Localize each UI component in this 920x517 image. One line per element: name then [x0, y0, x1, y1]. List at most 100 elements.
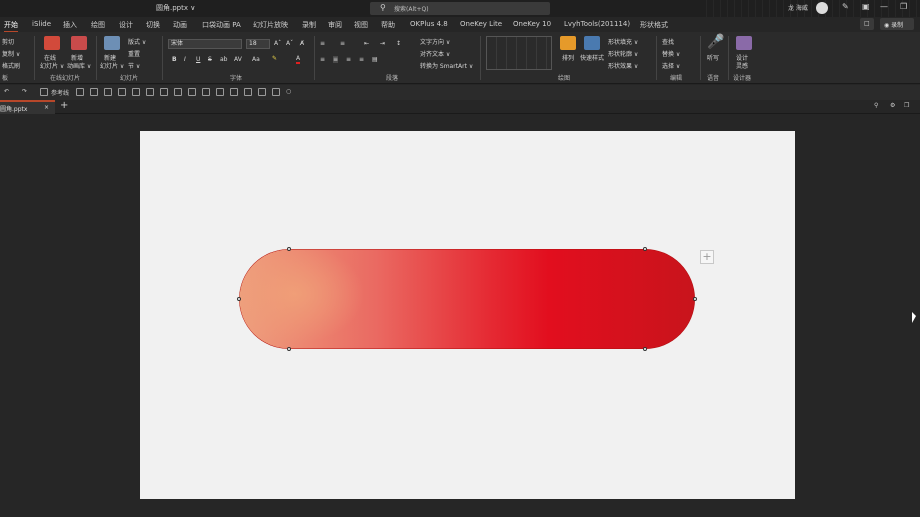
tab-record[interactable]: 录制: [302, 20, 316, 30]
resize-handle[interactable]: [287, 247, 291, 251]
more-icon[interactable]: ○: [286, 88, 291, 95]
avatar[interactable]: [816, 2, 828, 14]
text-direction-button[interactable]: 文字方向 ∨: [420, 37, 450, 46]
align-tool-icon[interactable]: [202, 88, 210, 96]
animation-library-icon[interactable]: [71, 36, 87, 50]
bold-button[interactable]: B: [172, 56, 177, 63]
user-name[interactable]: 龙 海威: [788, 3, 808, 12]
layout-button[interactable]: 版式 ∨: [128, 37, 146, 46]
shape-fill-button[interactable]: 形状填充 ∨: [608, 37, 638, 46]
minimize-icon[interactable]: —: [880, 2, 888, 11]
tab-lvyhtools[interactable]: LvyhTools(201114): [564, 20, 630, 28]
cut-button[interactable]: 剪切: [2, 37, 14, 46]
font-color-icon[interactable]: A: [296, 55, 301, 64]
rounded-rectangle-shape[interactable]: [239, 249, 695, 349]
tab-help[interactable]: 帮助: [381, 20, 395, 30]
arrange-icon[interactable]: [560, 36, 576, 50]
align-tool-icon[interactable]: [174, 88, 182, 96]
resize-handle[interactable]: [287, 347, 291, 351]
tab-view[interactable]: 视图: [354, 20, 368, 30]
numbering-icon[interactable]: ≡: [340, 40, 345, 47]
animation-library-label-2[interactable]: 动画库 ∨: [67, 61, 91, 70]
ribbon-options-icon[interactable]: ▣: [862, 2, 870, 11]
online-slides-icon[interactable]: [44, 36, 60, 50]
shapes-gallery[interactable]: [486, 36, 552, 70]
align-tool-icon[interactable]: [216, 88, 224, 96]
tab-islide[interactable]: iSlide: [32, 20, 51, 28]
document-tab[interactable]: 圆角.pptx ×: [0, 100, 55, 114]
char-spacing-button[interactable]: AV: [234, 56, 242, 63]
resize-handle[interactable]: [237, 297, 241, 301]
align-tool-icon[interactable]: [272, 88, 280, 96]
replace-button[interactable]: 替换 ∨: [662, 49, 680, 58]
window-title[interactable]: 圆角.pptx ∨: [156, 3, 195, 13]
quick-styles-label[interactable]: 快速样式: [580, 53, 604, 62]
line-spacing-icon[interactable]: ↕: [396, 40, 401, 47]
window-icon[interactable]: ❐: [904, 102, 909, 109]
tab-design[interactable]: 设计: [119, 20, 133, 30]
restore-icon[interactable]: ❐: [900, 2, 907, 11]
align-tool-icon[interactable]: [258, 88, 266, 96]
record-button[interactable]: ◉ 录制: [880, 18, 914, 30]
tab-onekey-10[interactable]: OneKey 10: [513, 20, 551, 28]
section-button[interactable]: 节 ∨: [128, 61, 140, 70]
align-tool-icon[interactable]: [230, 88, 238, 96]
align-tool-icon[interactable]: [188, 88, 196, 96]
new-tab-button[interactable]: +: [60, 100, 68, 111]
reference-line-label[interactable]: 参考线: [51, 88, 69, 97]
align-tool-icon[interactable]: [90, 88, 98, 96]
font-size-select[interactable]: 18: [246, 39, 270, 49]
tab-shape-format[interactable]: 形状格式: [640, 20, 668, 30]
reset-button[interactable]: 重置: [128, 49, 140, 58]
undo-icon[interactable]: ↶: [4, 88, 9, 95]
designer-label-2[interactable]: 灵感: [736, 61, 748, 70]
tab-transitions[interactable]: 切换: [146, 20, 160, 30]
align-center-icon[interactable]: ≡: [333, 56, 339, 63]
tab-draw[interactable]: 绘图: [91, 20, 105, 30]
find-button[interactable]: 查找: [662, 37, 674, 46]
tab-okplus[interactable]: OKPlus 4.8: [410, 20, 448, 28]
resize-handle[interactable]: [643, 247, 647, 251]
tab-insert[interactable]: 插入: [63, 20, 77, 30]
align-tool-icon[interactable]: [76, 88, 84, 96]
align-text-button[interactable]: 对齐文本 ∨: [420, 49, 450, 58]
font-name-select[interactable]: 宋体: [168, 39, 242, 49]
select-button[interactable]: 选择 ∨: [662, 61, 680, 70]
tab-pocket-animation[interactable]: 口袋动画 PA: [202, 20, 241, 30]
designer-icon[interactable]: [736, 36, 752, 50]
align-tool-icon[interactable]: [244, 88, 252, 96]
tab-onekey-lite[interactable]: OneKey Lite: [460, 20, 502, 28]
align-tool-icon[interactable]: [160, 88, 168, 96]
settings-icon[interactable]: ⚙: [890, 102, 895, 109]
online-slides-label-2[interactable]: 幻灯片 ∨: [40, 61, 64, 70]
microphone-icon[interactable]: 🎤: [707, 34, 724, 50]
decrease-font-icon[interactable]: Aˇ: [286, 40, 293, 47]
zoom-icon[interactable]: ⚲: [874, 102, 878, 109]
align-left-icon[interactable]: ≡: [320, 56, 325, 63]
tab-animations[interactable]: 动画: [173, 20, 187, 30]
underline-button[interactable]: U: [196, 56, 200, 63]
new-slide-label-2[interactable]: 幻灯片 ∨: [100, 61, 124, 70]
align-tool-icon[interactable]: [104, 88, 112, 96]
text-shadow-button[interactable]: ab: [220, 56, 228, 63]
shape-outline-button[interactable]: 形状轮廓 ∨: [608, 49, 638, 58]
checkbox-icon[interactable]: [40, 88, 48, 96]
copy-button[interactable]: 复制 ∨: [2, 49, 20, 58]
redo-icon[interactable]: ↷: [22, 88, 27, 95]
align-tool-icon[interactable]: [118, 88, 126, 96]
shape-effects-button[interactable]: 形状效果 ∨: [608, 61, 638, 70]
align-tool-icon[interactable]: [146, 88, 154, 96]
close-tab-icon[interactable]: ×: [44, 104, 49, 111]
tab-review[interactable]: 审阅: [328, 20, 342, 30]
clear-format-button[interactable]: A̸: [300, 40, 304, 47]
smartart-button[interactable]: 转换为 SmartArt ∨: [420, 61, 473, 70]
strikethrough-button[interactable]: S: [208, 56, 212, 63]
highlight-icon[interactable]: ✎: [272, 55, 277, 62]
new-slide-icon[interactable]: [104, 36, 120, 50]
comment-icon[interactable]: □: [860, 18, 874, 30]
align-tool-icon[interactable]: [132, 88, 140, 96]
tab-slideshow[interactable]: 幻灯片放映: [253, 20, 288, 30]
pen-icon[interactable]: ✎: [842, 2, 849, 11]
align-right-icon[interactable]: ≡: [346, 56, 351, 63]
resize-handle[interactable]: [643, 347, 647, 351]
